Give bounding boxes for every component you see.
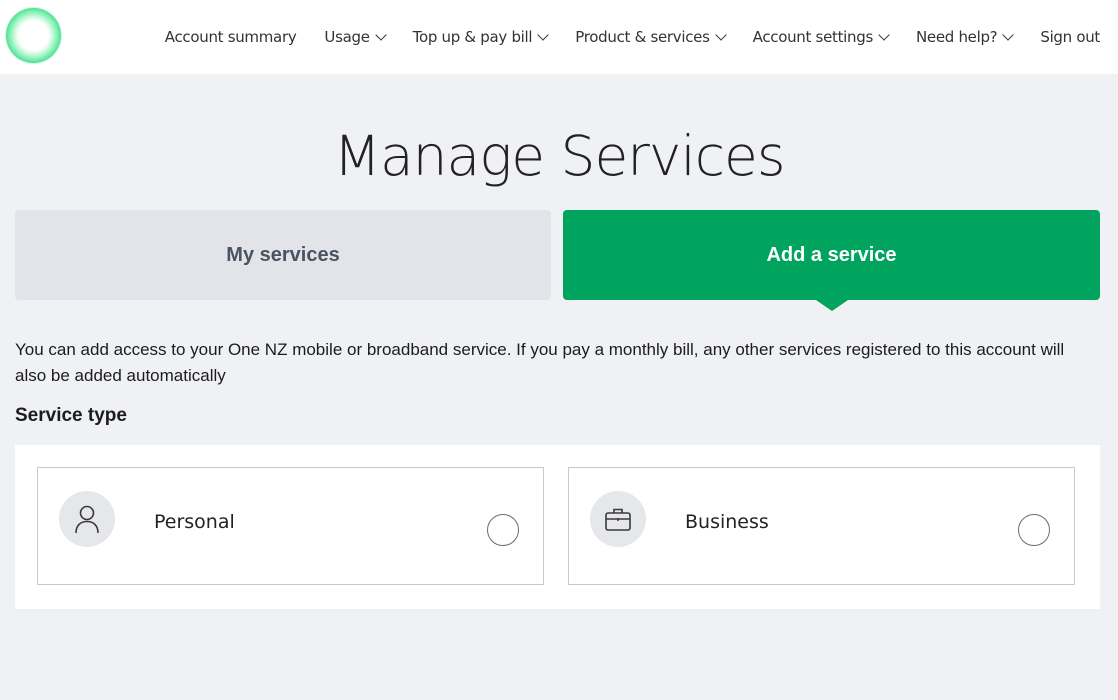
chevron-down-icon (878, 29, 890, 41)
option-business-label: Business (685, 511, 769, 533)
person-icon (59, 491, 115, 547)
briefcase-icon (590, 491, 646, 547)
nav-sign-out[interactable]: Sign out (1040, 28, 1100, 46)
option-personal[interactable]: Personal (37, 467, 544, 585)
option-personal-label: Personal (154, 511, 235, 533)
active-tab-pointer (815, 300, 848, 311)
main-nav: Account summary Usage Top up & pay bill … (165, 0, 1101, 74)
business-radio[interactable] (1018, 514, 1050, 546)
nav-account-settings-label: Account settings (752, 28, 874, 46)
nav-need-help[interactable]: Need help? (915, 28, 1015, 46)
tab-my-services-label: My services (226, 243, 340, 266)
nav-account-summary[interactable]: Account summary (165, 28, 297, 46)
page-title: Manage Services (333, 124, 786, 188)
nav-need-help-label: Need help? (915, 28, 998, 46)
tab-add-a-service[interactable]: Add a service (563, 210, 1100, 311)
nav-usage[interactable]: Usage (324, 28, 387, 46)
service-type-heading: Service type (15, 405, 127, 426)
nav-product-services[interactable]: Product & services (575, 28, 727, 46)
tab-add-a-service-label: Add a service (766, 243, 897, 266)
intro-text: You can add access to your One NZ mobile… (15, 340, 1065, 385)
nav-top-up-label: Top up & pay bill (412, 28, 533, 46)
tab-my-services[interactable]: My services (15, 210, 551, 300)
nav-top-up-pay-bill[interactable]: Top up & pay bill (412, 28, 549, 46)
option-business[interactable]: Business (568, 467, 1075, 585)
nav-usage-label: Usage (324, 28, 370, 46)
personal-radio[interactable] (487, 514, 519, 546)
chevron-down-icon (537, 29, 549, 41)
one-nz-logo[interactable] (6, 8, 61, 63)
nav-sign-out-label: Sign out (1040, 28, 1100, 46)
nav-product-services-label: Product & services (575, 28, 710, 46)
nav-account-summary-label: Account summary (164, 28, 297, 46)
chevron-down-icon (1002, 29, 1015, 41)
top-navigation-bar: Account summary Usage Top up & pay bill … (0, 0, 1118, 74)
chevron-down-icon (374, 29, 387, 41)
nav-account-settings[interactable]: Account settings (752, 28, 890, 46)
service-type-panel: Personal Business (15, 445, 1100, 609)
chevron-down-icon (714, 29, 727, 41)
